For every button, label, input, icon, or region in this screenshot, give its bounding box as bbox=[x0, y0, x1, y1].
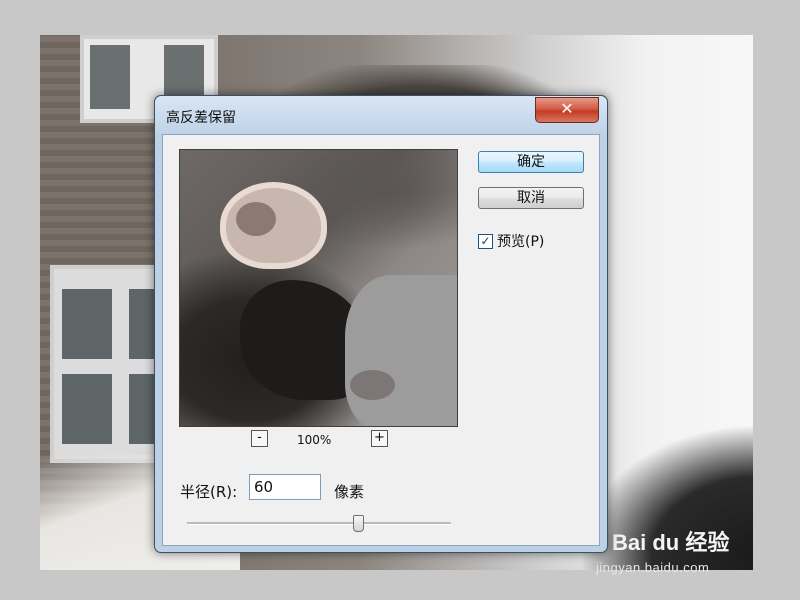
dialog-client-area: - 100% + 半径(R): 像素 确定 取消 ✓ 预览(P) bbox=[162, 134, 600, 546]
dialog-title: 高反差保留 bbox=[166, 110, 236, 126]
radius-slider-track[interactable] bbox=[187, 522, 451, 525]
window-pane bbox=[90, 45, 130, 109]
dialog-titlebar[interactable]: 高反差保留 ✕ bbox=[155, 96, 607, 134]
preview-nose bbox=[350, 370, 395, 400]
baidu-logo-text: Bai du 经验 bbox=[612, 530, 730, 555]
high-pass-dialog: 高反差保留 ✕ - 100% + 半径(R): 像素 确定 取消 ✓ bbox=[154, 95, 608, 553]
zoom-out-button[interactable]: - bbox=[251, 430, 268, 447]
preview-checkbox-row[interactable]: ✓ 预览(P) bbox=[478, 231, 544, 251]
baidu-watermark-url: jingyan.baidu.com bbox=[596, 560, 710, 575]
preview-checkbox-label[interactable]: 预览(P) bbox=[497, 231, 544, 251]
radius-input[interactable] bbox=[249, 474, 321, 500]
preview-checkbox[interactable]: ✓ bbox=[478, 233, 493, 249]
baidu-watermark-logo: Bai du 经验 bbox=[612, 525, 729, 557]
minus-icon: - bbox=[257, 430, 262, 445]
window-pane bbox=[62, 374, 112, 444]
preview-ear-inner bbox=[236, 202, 276, 236]
close-button[interactable]: ✕ bbox=[535, 97, 599, 123]
filter-preview-image[interactable] bbox=[179, 149, 458, 427]
preview-face bbox=[345, 275, 457, 426]
radius-unit: 像素 bbox=[334, 483, 365, 501]
radius-label: 半径(R): bbox=[180, 483, 238, 501]
radius-slider-thumb[interactable] bbox=[353, 515, 365, 532]
cancel-button[interactable]: 取消 bbox=[478, 187, 584, 209]
zoom-in-button[interactable]: + bbox=[371, 430, 388, 447]
plus-icon: + bbox=[374, 430, 385, 445]
window-pane bbox=[62, 289, 112, 359]
zoom-level: 100% bbox=[297, 433, 332, 447]
checkmark-icon: ✓ bbox=[480, 233, 491, 248]
ok-button[interactable]: 确定 bbox=[478, 151, 584, 173]
close-icon: ✕ bbox=[560, 99, 574, 118]
